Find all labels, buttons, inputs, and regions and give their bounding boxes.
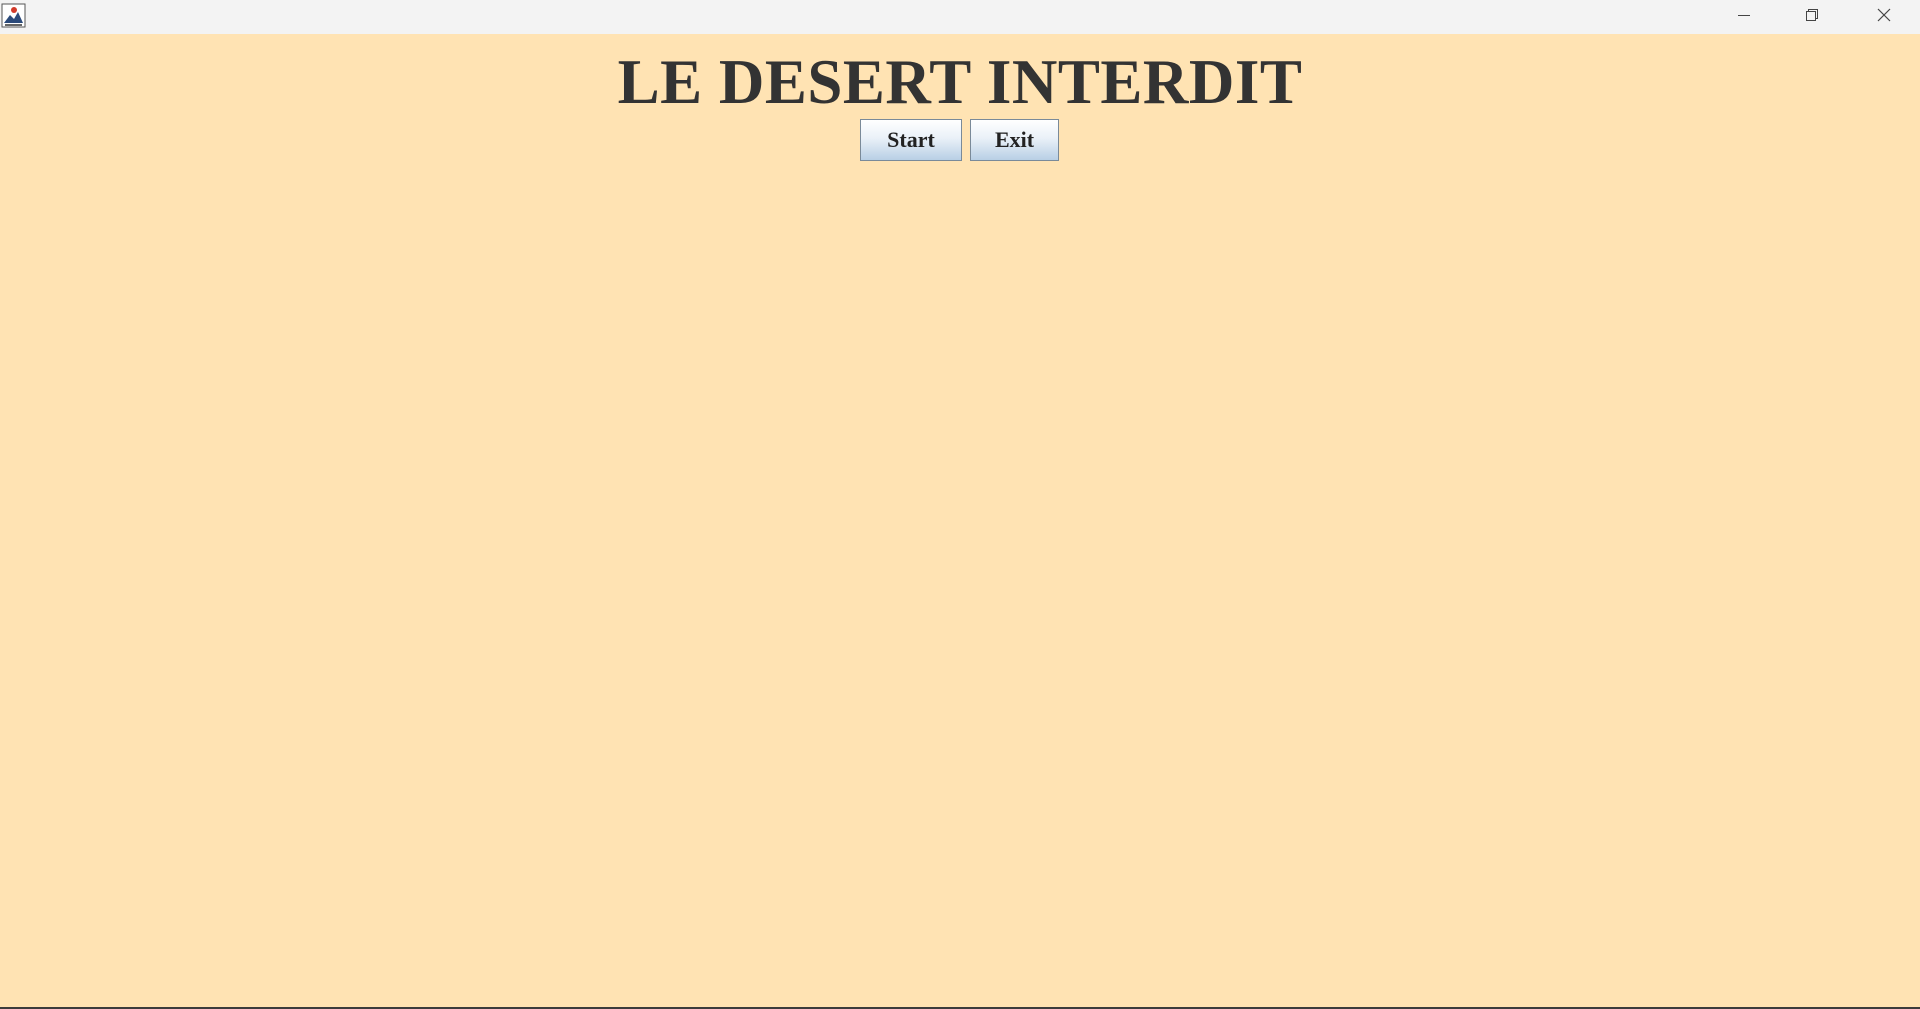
main-panel: LE DESERT INTERDIT Start Exit	[0, 34, 1920, 1007]
start-button[interactable]: Start	[860, 119, 962, 161]
close-button[interactable]	[1850, 0, 1918, 34]
exit-button[interactable]: Exit	[970, 119, 1059, 161]
minimize-button[interactable]	[1710, 0, 1778, 34]
window-titlebar[interactable]	[0, 0, 1920, 34]
restore-icon	[1804, 7, 1820, 28]
restore-button[interactable]	[1778, 0, 1846, 34]
close-icon	[1876, 7, 1892, 28]
app-window: LE DESERT INTERDIT Start Exit	[0, 0, 1920, 1009]
game-title: LE DESERT INTERDIT	[617, 47, 1303, 117]
java-app-icon[interactable]	[1, 3, 26, 28]
minimize-icon	[1736, 7, 1752, 28]
